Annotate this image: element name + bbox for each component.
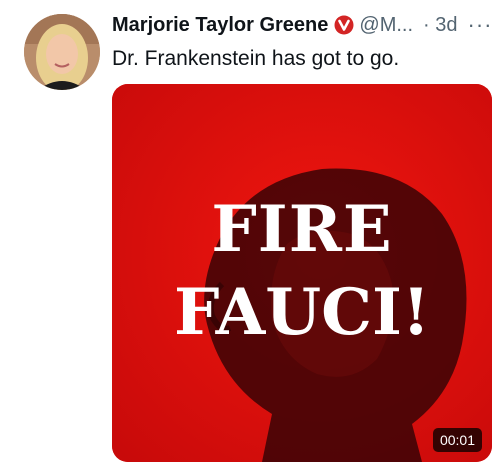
video-headline: FIRE FAUCI! [112, 84, 492, 462]
author-name[interactable]: Marjorie Taylor Greene [112, 10, 328, 40]
tweet-text: Dr. Frankenstein has got to go. [112, 47, 400, 70]
headline-line-2: FAUCI! [173, 275, 431, 350]
avatar[interactable] [24, 14, 100, 90]
video-player[interactable]: FIRE FAUCI! 00:01 [112, 84, 492, 462]
more-options-icon[interactable]: ··· [468, 10, 493, 40]
author-handle[interactable]: @M... [359, 10, 413, 40]
headline-line-1: FIRE [211, 192, 393, 267]
timestamp[interactable]: · 3d [423, 10, 457, 40]
video-duration-badge: 00:01 [432, 428, 482, 452]
tweet-header: Marjorie Taylor Greene @M... · 3d ··· [112, 10, 492, 40]
verified-badge-icon [334, 15, 354, 35]
avatar-image [24, 14, 100, 90]
